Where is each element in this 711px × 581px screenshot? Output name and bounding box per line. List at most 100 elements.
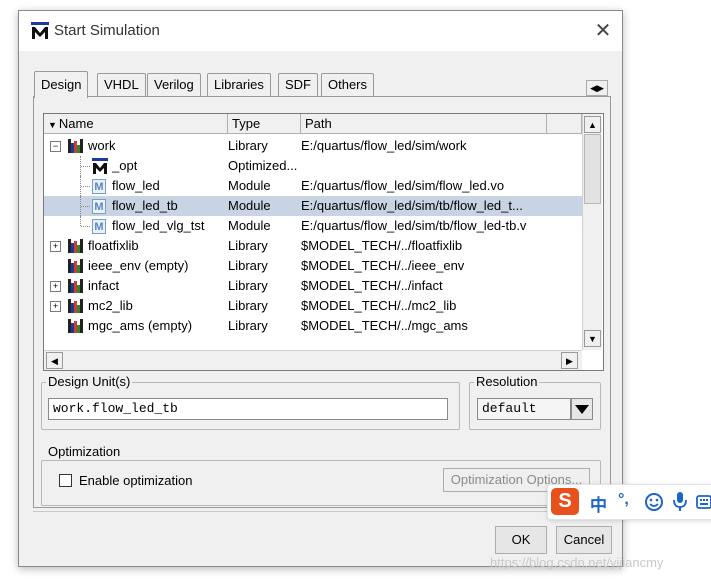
- row-type: Optimized...: [228, 158, 298, 173]
- tab-scroll-arrows[interactable]: ◀▶: [586, 80, 608, 96]
- watermark-text: https://blog.csdn.net/yijiancmy: [490, 555, 664, 570]
- library-icon: [68, 259, 84, 273]
- tab-label: Design: [41, 77, 82, 92]
- tree-line: [81, 166, 90, 168]
- row-type: Library: [228, 298, 268, 313]
- row-name: mc2_lib: [88, 298, 133, 313]
- tab-label: VHDL: [104, 77, 139, 92]
- module-icon: M: [92, 179, 106, 194]
- tree-row[interactable]: Mflow_led Module E:/quartus/flow_led/sim/f…: [44, 176, 582, 196]
- vertical-scrollbar[interactable]: ▲ ▼: [582, 114, 602, 350]
- row-name: flow_led: [112, 178, 160, 193]
- scroll-down-button[interactable]: ▼: [584, 330, 601, 347]
- row-path: E:/quartus/flow_led/sim/work: [301, 138, 467, 153]
- enable-optimization-checkbox[interactable]: [59, 474, 72, 487]
- resolution-dropdown-button[interactable]: [571, 398, 593, 420]
- column-header-name[interactable]: ▼ Name: [44, 114, 228, 134]
- row-name: _opt: [112, 158, 138, 173]
- library-bar: [80, 239, 83, 253]
- keyboard-icon[interactable]: [696, 494, 711, 510]
- optimized-icon: [92, 158, 108, 174]
- tab-label: Others: [328, 77, 368, 92]
- library-icon: [68, 319, 84, 333]
- cancel-button[interactable]: Cancel: [556, 526, 612, 554]
- row-path: E:/quartus/flow_led/sim/flow_led.vo: [301, 178, 505, 193]
- modelsim-m-icon: [31, 22, 49, 39]
- tree-rows: − work Library E:/quartus/flow_led/sim/work…: [44, 136, 582, 350]
- sort-arrow-icon: ▼: [48, 120, 57, 130]
- tree-row[interactable]: Mflow_led_vlg_tst Module E:/quartus/flow_l…: [44, 216, 582, 236]
- tree-row[interactable]: + infact Library $MODEL_TECH/../infact: [44, 276, 582, 296]
- title-bar: Start Simulation ✕: [19, 11, 622, 51]
- row-type: Library: [228, 238, 268, 253]
- tab-label: Libraries: [214, 77, 264, 92]
- module-icon: M: [92, 219, 106, 234]
- column-header-path[interactable]: Path: [301, 114, 547, 134]
- row-name: flow_led_vlg_tst: [112, 218, 205, 233]
- row-name: mgc_ams (empty): [88, 318, 193, 333]
- microphone-icon[interactable]: [672, 491, 688, 513]
- library-icon: [68, 139, 84, 153]
- tab-design[interactable]: Design: [34, 71, 89, 98]
- design-unit-input[interactable]: work.flow_led_tb: [48, 398, 448, 420]
- window-title: Start Simulation: [54, 22, 160, 39]
- tree-row[interactable]: + floatfixlib Library $MODEL_TECH/../floatf…: [44, 236, 582, 256]
- tab-vhdl[interactable]: VHDL: [97, 73, 146, 96]
- library-icon: [68, 239, 84, 253]
- tree-row[interactable]: ieee_env (empty) Library $MODEL_TECH/../ie…: [44, 256, 582, 276]
- sogou-logo-icon[interactable]: S: [551, 488, 579, 515]
- row-type: Module: [228, 198, 271, 213]
- optimization-label: Optimization: [46, 444, 123, 459]
- tree-row[interactable]: Mflow_led_tb Module E:/quartus/flow_led/si…: [44, 196, 582, 216]
- row-path: $MODEL_TECH/../floatfixlib: [301, 238, 463, 253]
- ok-button[interactable]: OK: [495, 526, 547, 554]
- tab-others[interactable]: Others: [321, 73, 375, 96]
- collapse-icon[interactable]: −: [50, 141, 61, 152]
- tree-line: [81, 226, 90, 228]
- column-header-type[interactable]: Type: [228, 114, 301, 134]
- footer-divider: [33, 511, 609, 512]
- scroll-right-button[interactable]: ▶: [561, 352, 578, 369]
- tab-sdf[interactable]: SDF: [278, 73, 318, 96]
- row-name: floatfixlib: [88, 238, 139, 253]
- library-bar: [80, 259, 83, 273]
- scroll-left-button[interactable]: ◀: [46, 352, 63, 369]
- ime-punctuation-toggle[interactable]: °,: [618, 491, 629, 509]
- row-name: work: [88, 138, 116, 153]
- smiley-icon[interactable]: [644, 492, 664, 512]
- tree-row[interactable]: + mc2_lib Library $MODEL_TECH/../mc2_lib: [44, 296, 582, 316]
- close-icon[interactable]: ✕: [591, 19, 615, 43]
- sogou-logo-text: S: [558, 490, 572, 512]
- library-icon: [68, 299, 84, 313]
- ime-mode-toggle[interactable]: 中: [590, 491, 607, 516]
- expand-icon[interactable]: +: [50, 301, 61, 312]
- module-icon: M: [92, 199, 106, 214]
- enable-optimization-label[interactable]: Enable optimization: [79, 473, 192, 488]
- tree-line: [81, 206, 90, 208]
- library-bar: [80, 279, 83, 293]
- tree-row[interactable]: _opt Optimized...: [44, 156, 582, 176]
- library-bar: [80, 299, 83, 313]
- tab-libraries[interactable]: Libraries: [207, 73, 271, 96]
- expand-icon[interactable]: +: [50, 241, 61, 252]
- scroll-up-button[interactable]: ▲: [584, 116, 601, 133]
- library-bar: [80, 319, 83, 333]
- scroll-thumb[interactable]: [584, 134, 601, 204]
- row-type: Library: [228, 258, 268, 273]
- tab-verilog[interactable]: Verilog: [147, 73, 201, 96]
- horizontal-scrollbar[interactable]: ◀ ▶: [44, 350, 582, 370]
- tab-label: SDF: [285, 77, 311, 92]
- tree-row[interactable]: mgc_ams (empty) Library $MODEL_TECH/../mgc…: [44, 316, 582, 336]
- row-path: $MODEL_TECH/../ieee_env: [301, 258, 465, 273]
- row-type: Library: [228, 318, 268, 333]
- ime-toolbar: S 中 °,: [547, 484, 711, 520]
- row-path: $MODEL_TECH/../infact: [301, 278, 443, 293]
- start-simulation-dialog: Start Simulation ✕ Design VHDL Verilog L…: [18, 10, 623, 567]
- tree-row[interactable]: − work Library E:/quartus/flow_led/sim/work: [44, 136, 582, 156]
- resolution-select[interactable]: default: [477, 398, 571, 420]
- expand-icon[interactable]: +: [50, 281, 61, 292]
- design-library-tree[interactable]: ▼ Name Type Path − work Library E:/quartus/f…: [43, 113, 604, 371]
- chevron-down-icon: [575, 405, 589, 414]
- row-type: Module: [228, 218, 271, 233]
- library-icon: [68, 279, 84, 293]
